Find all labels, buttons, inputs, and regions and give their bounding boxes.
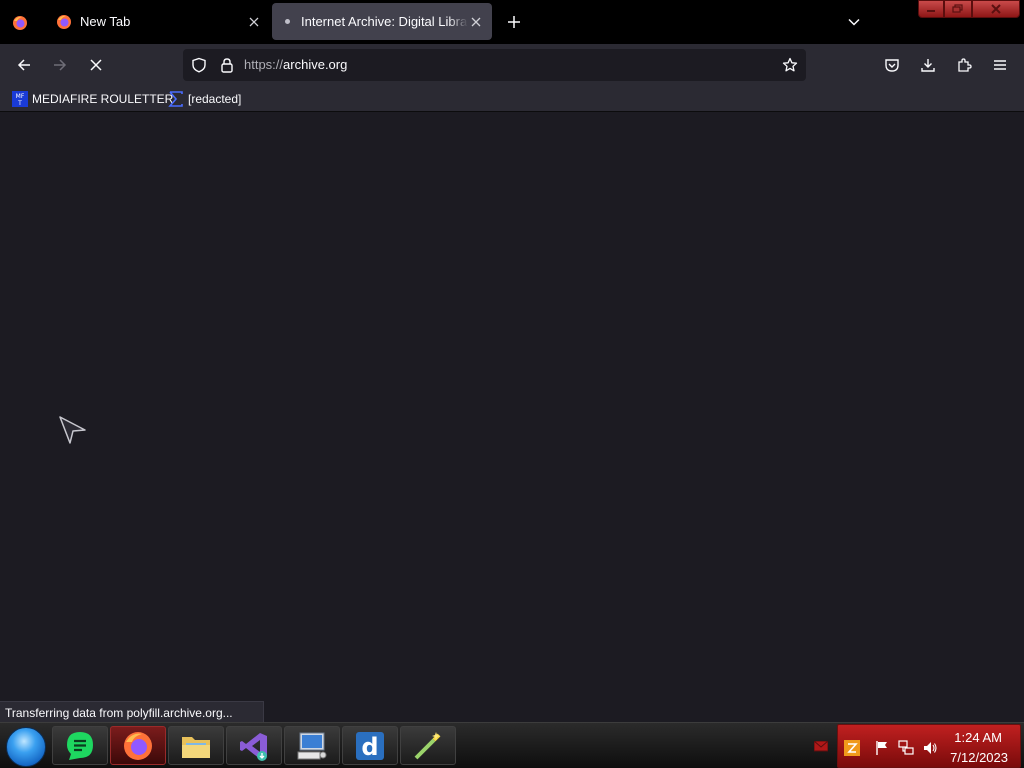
taskbar-tool-app[interactable] xyxy=(400,726,456,765)
taskbar-visual-studio-installer[interactable] xyxy=(226,726,282,765)
page-content[interactable] xyxy=(0,113,1024,722)
bookmark-redacted[interactable]: [redacted] xyxy=(168,90,241,108)
close-window-button[interactable] xyxy=(972,0,1020,18)
tab-close-icon[interactable] xyxy=(468,14,484,30)
clock-time[interactable]: 1:24 AM xyxy=(954,730,1002,745)
remote-desktop-icon xyxy=(297,732,327,759)
svg-text:MF: MF xyxy=(16,93,25,100)
bookmark-label: [redacted] xyxy=(188,92,242,106)
window-controls xyxy=(918,0,1020,18)
tab-title: Internet Archive: Digital Library xyxy=(301,14,468,29)
taskbar-remote-desktop[interactable] xyxy=(284,726,340,765)
arrow-left-icon xyxy=(17,59,30,71)
system-tray: 1:24 AM 7/12/2023 xyxy=(837,724,1021,768)
stop-loading-button[interactable] xyxy=(84,53,108,77)
url-scheme: https:// xyxy=(244,57,284,72)
bookmark-mediafire-rouletter[interactable]: MF T MEDIAFIRE ROULETTER xyxy=(12,90,173,108)
magic-wand-icon xyxy=(414,731,441,759)
mouse-cursor-icon xyxy=(58,415,88,450)
sigma-icon xyxy=(168,91,183,107)
tab-strip: New Tab Internet Archive: Digital Librar… xyxy=(0,0,1024,44)
start-button[interactable] xyxy=(6,727,46,767)
mft-icon: MF T xyxy=(12,91,28,107)
dictionary-app-icon: d xyxy=(356,731,384,761)
tab-title: New Tab xyxy=(80,14,131,29)
flag-icon[interactable] xyxy=(873,739,891,757)
taskbar-notes-app[interactable] xyxy=(52,726,108,765)
list-all-tabs-button[interactable] xyxy=(842,10,866,34)
tracking-protection-icon[interactable] xyxy=(191,57,207,73)
tab-internet-archive[interactable]: Internet Archive: Digital Library xyxy=(272,3,492,40)
visual-studio-installer-icon xyxy=(240,732,267,761)
notes-app-icon xyxy=(67,731,93,760)
downloads-button[interactable] xyxy=(916,53,940,77)
bookmark-label: MEDIAFIRE ROULETTER xyxy=(32,92,174,106)
stop-icon xyxy=(90,59,102,71)
pocket-icon xyxy=(885,59,899,72)
taskbar-file-explorer[interactable] xyxy=(168,726,224,765)
tab-new-tab[interactable]: New Tab xyxy=(50,3,270,40)
url-host: archive.org xyxy=(283,57,348,72)
forward-button[interactable] xyxy=(48,53,72,77)
taskbar-dictionary-app[interactable]: d xyxy=(342,726,398,765)
volume-icon[interactable] xyxy=(921,739,939,757)
pocket-button[interactable] xyxy=(880,53,904,77)
firefox-view-button[interactable] xyxy=(8,11,32,35)
firefox-icon xyxy=(124,731,152,760)
url-text[interactable]: https://archive.org xyxy=(244,57,347,72)
restore-button[interactable] xyxy=(944,0,972,18)
puzzle-icon xyxy=(958,58,972,72)
restore-icon xyxy=(952,4,963,13)
status-panel: Transferring data from polyfill.archive.… xyxy=(0,701,264,723)
firefox-icon xyxy=(57,14,71,29)
taskbar: d 1:24 AM 7/12/2023 xyxy=(0,722,1024,768)
action-center-icon[interactable] xyxy=(813,740,829,752)
svg-text:d: d xyxy=(361,733,378,761)
minimize-icon xyxy=(927,10,935,12)
tray-app-icon[interactable] xyxy=(843,739,861,757)
hamburger-menu-icon xyxy=(994,60,1006,70)
navigation-toolbar: https://archive.org xyxy=(0,44,1024,86)
new-tab-button[interactable] xyxy=(502,10,526,34)
loading-indicator-icon xyxy=(285,19,290,24)
svg-text:T: T xyxy=(17,100,22,107)
clock-date[interactable]: 7/12/2023 xyxy=(950,750,1008,765)
close-icon xyxy=(991,4,1001,14)
arrow-right-icon xyxy=(54,59,67,71)
app-menu-button[interactable] xyxy=(988,53,1012,77)
minimize-button[interactable] xyxy=(918,0,944,18)
taskbar-firefox[interactable] xyxy=(110,726,166,765)
plus-icon xyxy=(508,16,520,28)
tab-close-icon[interactable] xyxy=(246,14,262,30)
download-icon xyxy=(921,59,935,72)
chevron-down-icon xyxy=(848,18,860,26)
network-icon[interactable] xyxy=(897,739,915,757)
bookmarks-toolbar: MF T MEDIAFIRE ROULETTER [redacted] xyxy=(0,86,1024,112)
folder-icon xyxy=(182,736,210,758)
lock-icon[interactable] xyxy=(219,57,235,73)
bookmark-star-icon[interactable] xyxy=(782,57,798,73)
firefox-icon xyxy=(13,16,27,30)
back-button[interactable] xyxy=(12,53,36,77)
extensions-button[interactable] xyxy=(952,53,976,77)
url-bar[interactable]: https://archive.org xyxy=(183,49,806,81)
